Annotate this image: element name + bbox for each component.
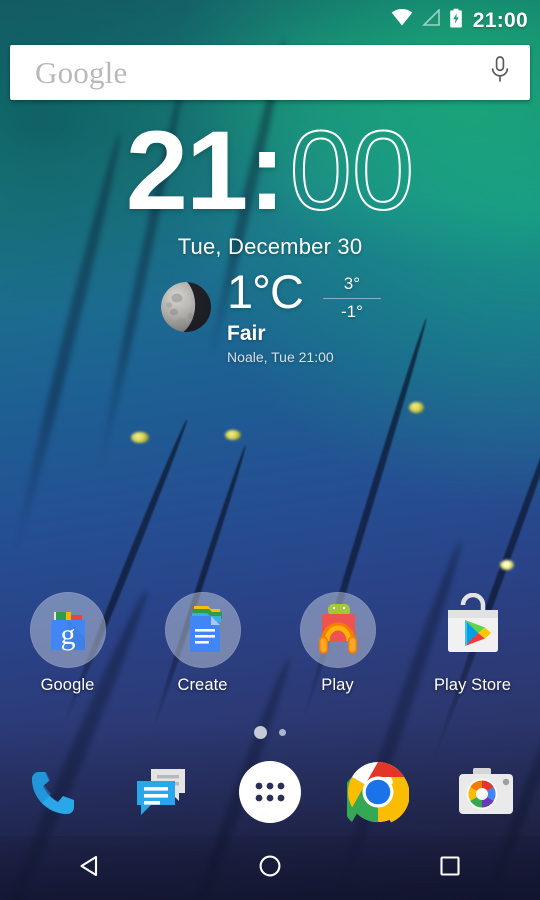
- nav-button-home[interactable]: [180, 836, 360, 900]
- android-home-screen: 21:00 Google 21 : 00 Tue, December 30 1°…: [0, 0, 540, 900]
- svg-text:g: g: [60, 618, 75, 651]
- home-circle-icon: [256, 852, 284, 885]
- clock-minute: 00: [289, 107, 416, 233]
- back-triangle-icon: [76, 852, 104, 885]
- play-folder-icon: [308, 598, 368, 663]
- app-label: Play Store: [433, 676, 512, 694]
- app-item-google[interactable]: g Google: [0, 592, 135, 695]
- weather-location-time: Noale, Tue 21:00: [227, 348, 334, 365]
- clock-date: Tue, December 30: [177, 234, 363, 259]
- high-low-divider: [322, 297, 381, 299]
- wifi-icon: [391, 9, 413, 31]
- app-item-play[interactable]: Play: [270, 592, 405, 695]
- app-label: Create: [177, 676, 228, 694]
- nav-button-recents[interactable]: [360, 836, 540, 900]
- current-temperature: 1°C: [227, 265, 304, 318]
- nav-button-back[interactable]: [0, 836, 180, 900]
- weather-widget[interactable]: 1°C 3° -1° Fair Noale, Tue 21:00: [0, 268, 540, 365]
- app-label: Play: [321, 676, 354, 694]
- page-dot-inactive[interactable]: [279, 729, 286, 736]
- camera-icon: [455, 764, 517, 825]
- app-drawer-icon: [239, 760, 301, 828]
- google-search-bar[interactable]: Google: [10, 45, 530, 100]
- phone-icon: [26, 764, 82, 825]
- status-bar[interactable]: 21:00: [0, 0, 540, 40]
- battery-charging-icon: [449, 8, 463, 33]
- status-bar-clock: 21:00: [472, 8, 528, 32]
- low-temperature: -1°: [340, 301, 363, 321]
- page-dot-active[interactable]: [254, 726, 267, 739]
- app-label: Google: [40, 676, 95, 694]
- weather-condition: Fair: [227, 321, 266, 345]
- chrome-icon: [341, 761, 410, 828]
- dock-item-chrome[interactable]: [324, 761, 432, 827]
- play-store-icon: [438, 592, 508, 668]
- clock-time: 21 : 00: [0, 107, 540, 233]
- app-item-play-store[interactable]: Play Store: [405, 592, 540, 695]
- dock-item-phone[interactable]: [0, 761, 108, 827]
- page-indicator[interactable]: [0, 726, 540, 739]
- app-item-create[interactable]: Create: [135, 592, 270, 695]
- dock-item-camera[interactable]: [432, 761, 540, 827]
- clock-hour: 21: [125, 107, 249, 233]
- dock-item-app-drawer[interactable]: [216, 760, 324, 828]
- voice-search-button[interactable]: [470, 55, 530, 90]
- app-grid-row: g Google Create Play Play Store: [0, 592, 540, 695]
- moon-waning-gibbous-icon: [157, 278, 215, 336]
- google-folder-icon: g: [38, 598, 98, 663]
- dock: [0, 752, 540, 836]
- recents-square-icon: [436, 852, 464, 885]
- messages-icon: [133, 765, 191, 824]
- high-temperature: 3°: [343, 274, 361, 293]
- microphone-icon: [489, 55, 511, 90]
- clock-separator: :: [248, 107, 286, 233]
- search-input[interactable]: Google: [35, 57, 470, 88]
- high-low-temperature: 3° -1°: [321, 273, 383, 324]
- dock-item-messages[interactable]: [108, 761, 216, 827]
- clock-widget[interactable]: 21 : 00 Tue, December 30: [0, 107, 540, 260]
- create-folder-icon: [173, 598, 233, 663]
- navigation-bar: [0, 836, 540, 900]
- cellular-signal-icon: [421, 8, 441, 31]
